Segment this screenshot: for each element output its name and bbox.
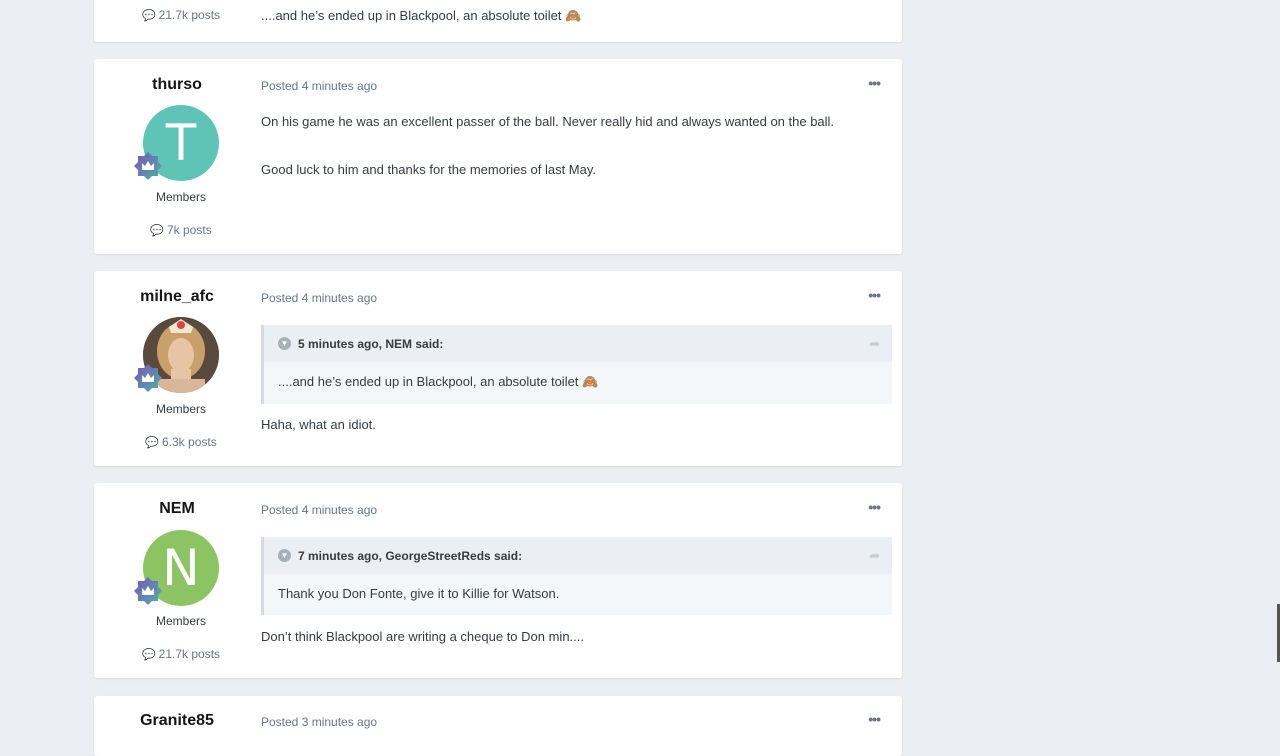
- quote-text: Thank you Don Fonte, give it to Killie f…: [278, 586, 560, 601]
- author-post-count[interactable]: 💬 7k posts: [94, 223, 268, 237]
- more-options-icon[interactable]: •••: [868, 711, 881, 727]
- crown-badge-icon: [134, 364, 162, 392]
- comment-bubble-icon: 💬: [141, 10, 156, 22]
- avatar[interactable]: [134, 317, 219, 393]
- crown-badge-icon: [134, 577, 162, 605]
- author-name[interactable]: Granite85: [94, 712, 260, 730]
- author-name[interactable]: thurso: [94, 76, 260, 94]
- post-text: ....and he’s ended up in Blackpool, an a…: [261, 8, 582, 23]
- author-post-count[interactable]: 💬 21.7k posts: [94, 8, 268, 22]
- post-granite85: Granite85 Posted 3 minutes ago •••: [94, 696, 902, 756]
- share-arrow-icon[interactable]: ➦: [869, 548, 880, 564]
- quote-citation: ▼ 5 minutes ago, NEM said: ➦: [264, 325, 892, 362]
- crown-badge-icon: [134, 152, 162, 180]
- quote-block: ▼ 7 minutes ago, GeorgeStreetReds said: …: [261, 537, 892, 615]
- post-date[interactable]: Posted 3 minutes ago: [261, 715, 377, 729]
- avatar[interactable]: N: [134, 530, 219, 606]
- more-options-icon[interactable]: •••: [868, 499, 881, 515]
- post-paragraph: Good luck to him and thanks for the memo…: [261, 162, 597, 177]
- post-date[interactable]: Posted 4 minutes ago: [261, 79, 377, 93]
- more-options-icon[interactable]: •••: [868, 75, 881, 91]
- quote-citation-text[interactable]: 5 minutes ago, NEM said:: [298, 337, 443, 351]
- share-arrow-icon[interactable]: ➦: [869, 336, 880, 352]
- avatar[interactable]: T: [134, 105, 219, 181]
- quote-citation-text[interactable]: 7 minutes ago, GeorgeStreetReds said:: [298, 549, 522, 563]
- post-date[interactable]: Posted 4 minutes ago: [261, 503, 377, 517]
- author-post-count[interactable]: 💬 6.3k posts: [94, 435, 268, 449]
- chevron-down-icon[interactable]: ▼: [278, 337, 291, 350]
- comment-bubble-icon: 💬: [141, 649, 156, 661]
- author-group: Members: [155, 614, 206, 628]
- post-date[interactable]: Posted 4 minutes ago: [261, 291, 377, 305]
- comment-bubble-icon: 💬: [145, 437, 159, 449]
- post-reply: Don’t think Blackpool are writing a cheq…: [261, 629, 585, 644]
- post-reply: Haha, what an idiot.: [261, 417, 376, 432]
- author-name[interactable]: milne_afc: [94, 288, 260, 306]
- author-group: Members: [155, 402, 206, 416]
- quote-citation: ▼ 7 minutes ago, GeorgeStreetReds said: …: [264, 537, 892, 574]
- author-name[interactable]: NEM: [94, 500, 260, 518]
- author-post-count[interactable]: 💬 21.7k posts: [94, 647, 268, 661]
- post-milne-afc: milne_afc Members 💬 6.3k posts Posted 4 m…: [94, 271, 902, 466]
- author-group: Members: [155, 190, 206, 204]
- post-top: 💬 21.7k posts ....and he’s ended up in Bl…: [94, 0, 902, 42]
- quote-text: ....and he’s ended up in Blackpool, an a…: [278, 374, 599, 389]
- quote-block: ▼ 5 minutes ago, NEM said: ➦ ....and he’…: [261, 325, 892, 404]
- post-thurso: thurso T Members 💬 7k posts Posted 4 minu…: [94, 59, 902, 254]
- more-options-icon[interactable]: •••: [868, 287, 881, 303]
- comment-bubble-icon: 💬: [150, 225, 164, 237]
- post-paragraph: On his game he was an excellent passer o…: [261, 114, 835, 129]
- chevron-down-icon[interactable]: ▼: [278, 549, 291, 562]
- post-nem: NEM N Members 💬 21.7k posts Posted 4 minu…: [94, 483, 902, 678]
